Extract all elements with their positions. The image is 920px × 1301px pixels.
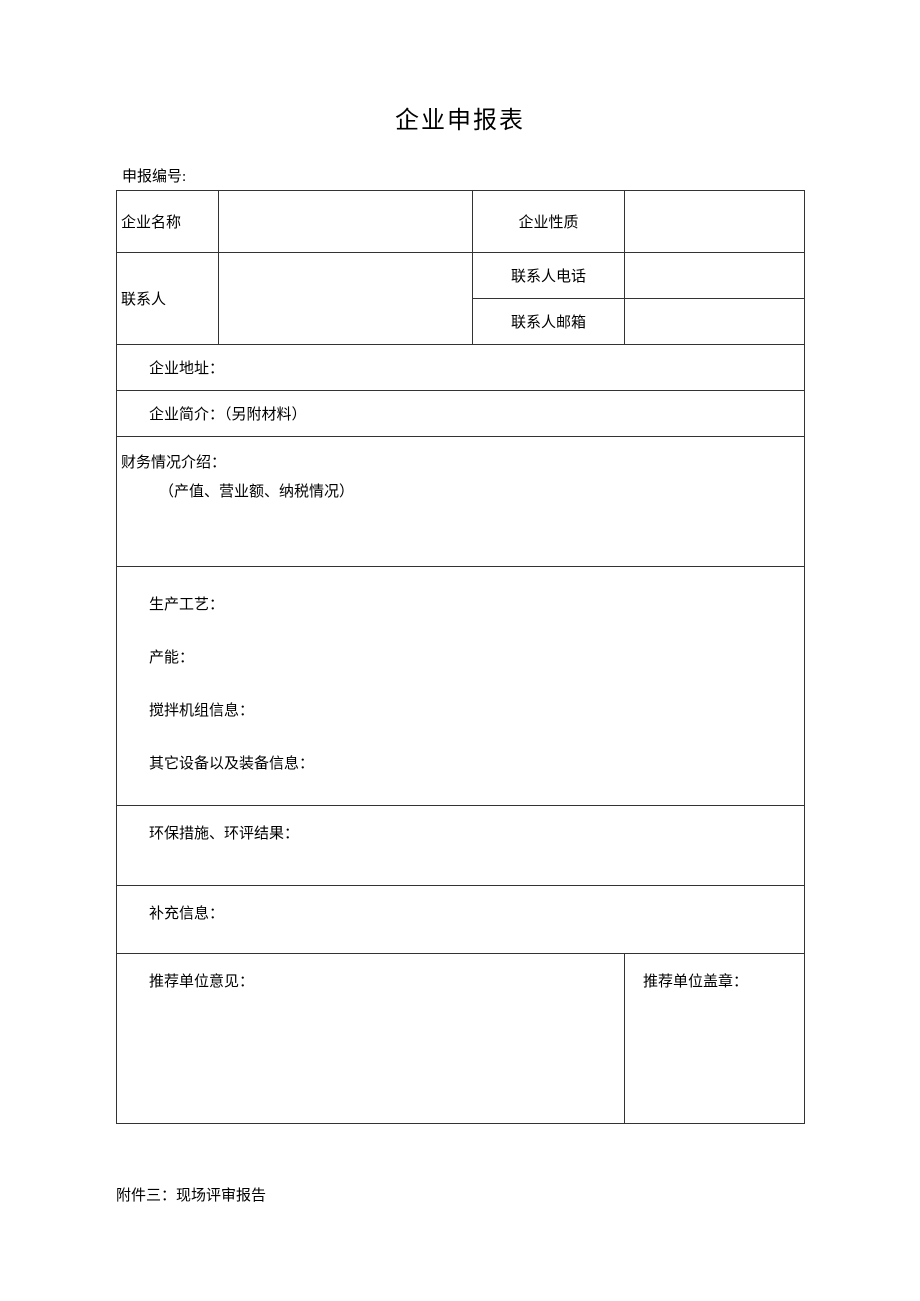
field-contact-phone[interactable]: [625, 253, 805, 299]
label-mixer-info: 搅拌机组信息：: [117, 699, 804, 720]
label-environment[interactable]: 环保措施、环评结果：: [117, 806, 805, 886]
label-supplement[interactable]: 补充信息：: [117, 886, 805, 954]
field-company-type[interactable]: [625, 191, 805, 253]
table-row: 补充信息：: [117, 886, 805, 954]
label-contact-person: 联系人: [117, 253, 219, 345]
table-row: 环保措施、环评结果：: [117, 806, 805, 886]
label-recommend-opinion[interactable]: 推荐单位意见：: [117, 954, 625, 1124]
label-recommend-seal[interactable]: 推荐单位盖章：: [625, 954, 805, 1124]
table-row: 企业名称 企业性质: [117, 191, 805, 253]
label-other-equipment: 其它设备以及装备信息：: [117, 752, 804, 773]
registration-number-label: 申报编号:: [122, 165, 804, 186]
label-company-intro[interactable]: 企业简介：（另附材料）: [117, 391, 805, 437]
table-row: 生产工艺： 产能： 搅拌机组信息： 其它设备以及装备信息：: [117, 567, 805, 806]
label-capacity: 产能：: [117, 646, 804, 667]
application-form-table: 企业名称 企业性质 联系人 联系人电话 联系人邮箱 企业地址： 企业简介：（另附…: [116, 190, 805, 1124]
section-production[interactable]: 生产工艺： 产能： 搅拌机组信息： 其它设备以及装备信息：: [117, 567, 805, 806]
field-contact-email[interactable]: [625, 299, 805, 345]
table-row: 企业地址：: [117, 345, 805, 391]
field-company-name[interactable]: [219, 191, 473, 253]
document-page: 企业申报表 申报编号: 企业名称 企业性质 联系人 联系人电话 联系人邮箱 企业…: [0, 0, 920, 1205]
table-row: 企业简介：（另附材料）: [117, 391, 805, 437]
table-row: 推荐单位意见： 推荐单位盖章：: [117, 954, 805, 1124]
label-finance-sub: （产值、营业额、纳税情况）: [117, 480, 804, 501]
label-contact-email: 联系人邮箱: [473, 299, 625, 345]
form-title: 企业申报表: [116, 100, 804, 135]
table-row: 联系人 联系人电话: [117, 253, 805, 299]
label-company-type: 企业性质: [473, 191, 625, 253]
appendix-text: 附件三：现场评审报告: [116, 1184, 804, 1205]
section-finance[interactable]: 财务情况介绍： （产值、营业额、纳税情况）: [117, 437, 805, 567]
label-production-process: 生产工艺：: [117, 593, 804, 614]
label-company-name: 企业名称: [117, 191, 219, 253]
table-row: 财务情况介绍： （产值、营业额、纳税情况）: [117, 437, 805, 567]
label-contact-phone: 联系人电话: [473, 253, 625, 299]
label-finance-header: 财务情况介绍：: [117, 451, 804, 472]
field-contact-person[interactable]: [219, 253, 473, 345]
label-address[interactable]: 企业地址：: [117, 345, 805, 391]
